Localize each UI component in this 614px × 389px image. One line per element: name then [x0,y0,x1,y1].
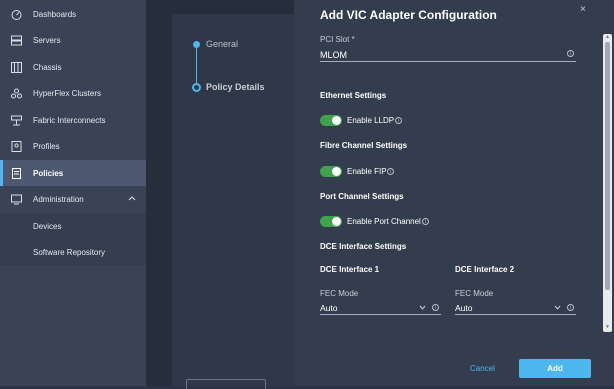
enable-port-channel-label: Enable Port Channel [347,217,421,226]
sidebar-item-label: Chassis [33,62,62,72]
info-icon[interactable]: i [567,304,574,311]
sidebar-item-label: Fabric Interconnects [33,115,106,125]
sidebar-item-administration[interactable]: Administration [0,186,146,212]
ethernet-settings-heading: Ethernet Settings [320,91,387,100]
wizard-step-policy-details[interactable]: Policy Details [206,82,265,92]
scroll-down-icon[interactable]: ▼ [604,324,611,330]
chevron-down-icon[interactable] [419,305,426,310]
profile-icon [10,140,22,152]
sidebar-subitem-devices[interactable]: Devices [0,213,146,239]
fec-mode-1-underline [320,314,441,315]
toggle-knob [332,217,341,226]
toggle-knob [332,167,341,176]
sidebar-item-dashboards[interactable]: Dashboards [0,1,146,27]
info-icon[interactable]: i [432,304,439,311]
chevron-down-icon[interactable] [554,305,561,310]
enable-fip-toggle[interactable] [320,166,342,177]
enable-fip-label: Enable FIP [347,167,387,176]
info-icon[interactable]: i [567,50,574,57]
cluster-icon [10,87,22,99]
info-icon[interactable]: i [422,218,429,225]
enable-lldp-toggle[interactable] [320,115,342,126]
sidebar-item-label: HyperFlex Clusters [33,88,102,98]
chevron-up-icon[interactable] [128,195,136,201]
dashboard-icon [10,8,22,20]
port-channel-settings-heading: Port Channel Settings [320,192,404,201]
sidebar-item-label: Profiles [33,141,60,151]
wizard-step-marker-general [193,41,200,48]
sidebar-item-fabric-interconnects[interactable]: Fabric Interconnects [0,107,146,133]
wizard-back-button[interactable] [186,379,266,389]
dce-interface-1-title: DCE Interface 1 [320,265,380,274]
sidebar-item-label: Dashboards [33,9,77,19]
pci-slot-input[interactable]: MLOM [320,50,347,60]
sidebar-item-hyperflex-clusters[interactable]: HyperFlex Clusters [0,80,146,106]
sidebar-item-label: Policies [33,168,64,178]
wizard-step-general[interactable]: General [206,39,238,49]
sidebar-item-chassis[interactable]: Chassis [0,54,146,80]
sidebar: Dashboards Servers Chassis HyperFlex Clu… [0,0,146,386]
wizard-step-marker-policy-details [192,83,201,92]
pci-slot-underline [320,61,576,62]
enable-port-channel-toggle[interactable] [320,216,342,227]
server-icon [10,34,22,46]
modal-scrollbar[interactable]: ▲ ▼ [603,34,612,332]
policy-icon [10,167,22,179]
sidebar-subitem-label: Devices [33,221,62,231]
admin-icon [10,193,22,205]
scroll-up-icon[interactable]: ▲ [604,34,611,40]
toggle-knob [332,116,341,125]
dce-interface-settings-heading: DCE Interface Settings [320,242,407,251]
sidebar-item-label: Servers [33,35,61,45]
modal-title: Add VIC Adapter Configuration [320,8,497,22]
scrollbar-thumb[interactable] [605,42,610,290]
enable-lldp-label: Enable LLDP [347,116,395,125]
fec-mode-2-label: FEC Mode [455,289,494,298]
wizard-panel [172,14,294,386]
sidebar-item-label: Administration [33,194,84,204]
fibre-channel-settings-heading: Fibre Channel Settings [320,141,408,150]
info-icon[interactable]: i [387,168,394,175]
add-button[interactable]: Add [519,359,591,378]
fec-mode-2-underline [455,314,576,315]
fec-mode-1-label: FEC Mode [320,289,359,298]
sidebar-item-policies[interactable]: Policies [0,160,146,186]
fabric-icon [10,114,22,126]
pci-slot-label: PCI Slot * [320,35,355,44]
close-icon[interactable]: × [580,4,586,15]
fec-mode-2-select[interactable]: Auto [455,303,473,313]
wizard-step-connector [196,44,197,86]
info-icon[interactable]: i [395,117,402,124]
sidebar-subitem-software-repository[interactable]: Software Repository [0,239,146,265]
sidebar-item-servers[interactable]: Servers [0,27,146,53]
chassis-icon [10,61,22,73]
dce-interface-2-title: DCE Interface 2 [455,265,515,274]
cancel-button[interactable]: Cancel [470,364,495,373]
sidebar-subitem-label: Software Repository [33,247,106,257]
sidebar-item-profiles[interactable]: Profiles [0,133,146,159]
fec-mode-1-select[interactable]: Auto [320,303,338,313]
